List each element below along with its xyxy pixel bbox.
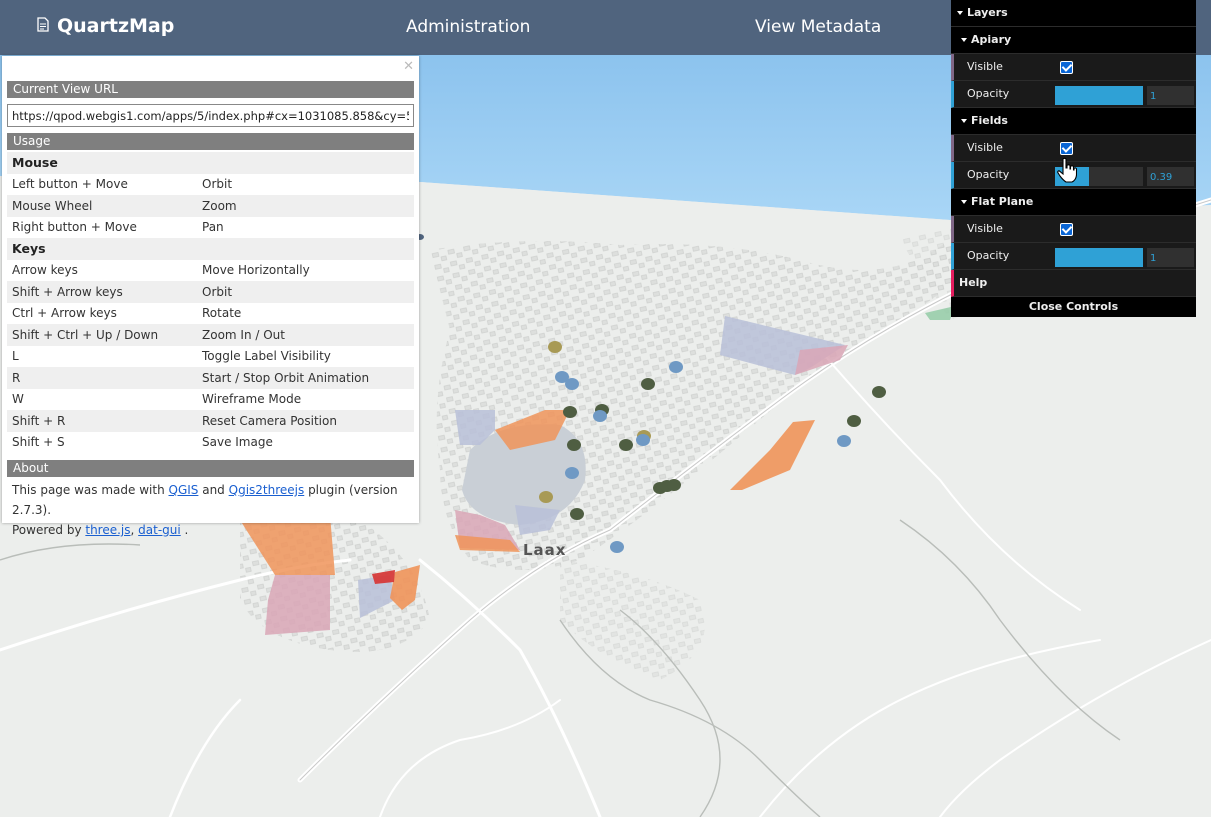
nav-view-metadata-link[interactable]: View Metadata	[755, 17, 881, 37]
usage-action: Zoom	[197, 195, 414, 217]
fields-opacity-value[interactable]: 0.39	[1147, 167, 1194, 186]
flat-plane-folder-title[interactable]: Flat Plane	[951, 189, 1196, 216]
usage-row: L Toggle Label Visibility	[7, 346, 414, 368]
flat-plane-visible-row: Visible	[951, 216, 1196, 243]
usage-group-row: Keys	[7, 238, 414, 260]
layer-name: Flat Plane	[971, 195, 1034, 208]
place-label-laax: Laax	[523, 541, 567, 559]
usage-key: Shift + S	[12, 435, 65, 450]
caret-down-icon	[957, 11, 963, 15]
usage-key: R	[7, 367, 197, 389]
usage-key: W	[12, 392, 24, 407]
usage-action: Pan	[202, 220, 224, 235]
opacity-label: Opacity	[967, 168, 1010, 181]
caret-down-icon	[961, 200, 967, 204]
apiary-opacity-value[interactable]: 1	[1147, 86, 1194, 105]
nav-administration-link[interactable]: Administration	[406, 17, 530, 37]
usage-group-label: Keys	[7, 238, 414, 260]
close-controls-button[interactable]: Close Controls	[951, 297, 1196, 317]
usage-action: Start / Stop Orbit Animation	[197, 367, 414, 389]
usage-row: Shift + R Reset Camera Position	[7, 410, 414, 432]
apiary-folder-title[interactable]: Apiary	[951, 27, 1196, 54]
flat-plane-opacity-row: Opacity 1	[951, 243, 1196, 270]
help-popup: ✕ Current View URL Usage MouseLeft butto…	[2, 56, 419, 537]
slider-fill	[1055, 248, 1143, 267]
about-text-part: and	[198, 483, 229, 497]
flat-plane-opacity-value[interactable]: 1	[1147, 248, 1194, 267]
usage-row: Ctrl + Arrow keys Rotate	[7, 303, 414, 325]
usage-row: Mouse Wheel Zoom	[7, 195, 414, 217]
usage-key: Ctrl + Arrow keys	[12, 306, 117, 321]
help-button[interactable]: Help	[951, 270, 1196, 297]
usage-action: Orbit	[202, 177, 233, 192]
apiary-visible-checkbox[interactable]	[1060, 61, 1073, 74]
usage-action: Move Horizontally	[202, 263, 310, 278]
usage-row: Left button + Move Orbit	[7, 174, 414, 196]
qgis-link[interactable]: QGIS	[169, 483, 199, 497]
usage-group-label: Mouse	[7, 152, 414, 174]
usage-table: Mouse Left button + Move Orbit Mouse Wheel Z…	[7, 152, 414, 453]
flat-plane-opacity-slider[interactable]	[1055, 248, 1143, 267]
hand-pointer-cursor-icon	[1057, 157, 1077, 183]
current-view-url-header: Current View URL	[7, 81, 414, 98]
usage-row: Right button + Move Pan	[7, 217, 414, 239]
slider-fill	[1055, 86, 1143, 105]
qgis2threejs-link[interactable]: Qgis2threejs	[229, 483, 305, 497]
usage-action: Reset Camera Position	[197, 410, 414, 432]
opacity-label: Opacity	[967, 249, 1010, 262]
flat-plane-visible-checkbox[interactable]	[1060, 223, 1073, 236]
apiary-opacity-row: Opacity 1	[951, 81, 1196, 108]
usage-key: Shift + R	[7, 410, 197, 432]
layer-name: Fields	[971, 114, 1008, 127]
about-text-part: Powered by	[12, 523, 86, 537]
usage-key: L	[12, 349, 19, 364]
about-text-part: .	[180, 523, 189, 537]
about-text: This page was made with QGIS and Qgis2th…	[12, 480, 417, 540]
apiary-visible-row: Visible	[951, 54, 1196, 81]
current-view-url-input[interactable]	[7, 104, 414, 127]
opacity-label: Opacity	[967, 87, 1010, 100]
about-text-part: This page was made with	[12, 483, 169, 497]
usage-row: R Start / Stop Orbit Animation	[7, 367, 414, 389]
usage-action: Orbit	[197, 281, 414, 303]
usage-key: Arrow keys	[12, 263, 78, 278]
visible-label: Visible	[967, 222, 1003, 235]
usage-action: Zoom In / Out	[197, 324, 414, 346]
brand-name: QuartzMap	[57, 15, 175, 37]
layers-title-text: Layers	[967, 6, 1008, 19]
usage-row: Arrow keys Move Horizontally	[7, 260, 414, 282]
usage-group-row: Mouse	[7, 152, 414, 174]
layer-name: Apiary	[971, 33, 1012, 46]
about-header: About	[7, 460, 414, 477]
usage-row: Shift + Arrow keys Orbit	[7, 281, 414, 303]
dat-gui-link[interactable]: dat-gui	[138, 523, 181, 537]
visible-label: Visible	[967, 60, 1003, 73]
fields-visible-checkbox[interactable]	[1060, 142, 1073, 155]
usage-action: Rotate	[202, 306, 242, 321]
caret-down-icon	[961, 38, 967, 42]
usage-key: Shift + Ctrl + Up / Down	[7, 324, 197, 346]
usage-key: Left button + Move	[12, 177, 128, 192]
layers-folder-title[interactable]: Layers	[951, 0, 1196, 27]
fields-folder-title[interactable]: Fields	[951, 108, 1196, 135]
close-icon[interactable]: ✕	[403, 59, 414, 74]
visible-label: Visible	[967, 141, 1003, 154]
usage-key: Mouse Wheel	[7, 195, 197, 217]
usage-header: Usage	[7, 133, 414, 150]
threejs-link[interactable]: three.js	[85, 523, 130, 537]
usage-key: Right button + Move	[12, 220, 137, 235]
usage-action: Save Image	[202, 435, 273, 450]
usage-key: Shift + Arrow keys	[7, 281, 197, 303]
usage-action: Toggle Label Visibility	[202, 349, 331, 364]
usage-row: Shift + S Save Image	[7, 432, 414, 454]
caret-down-icon	[961, 119, 967, 123]
usage-action: Wireframe Mode	[202, 392, 302, 407]
usage-row: W Wireframe Mode	[7, 389, 414, 411]
brand-link[interactable]: QuartzMap	[37, 15, 174, 37]
document-icon	[37, 15, 49, 37]
apiary-opacity-slider[interactable]	[1055, 86, 1143, 105]
usage-row: Shift + Ctrl + Up / Down Zoom In / Out	[7, 324, 414, 346]
